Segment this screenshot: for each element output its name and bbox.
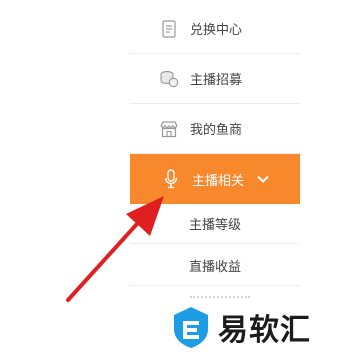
- menu-item-streamer-related[interactable]: 主播相关: [130, 154, 300, 204]
- menu-item-label: 主播相关: [192, 173, 245, 189]
- menu-item-my-shop[interactable]: 我的鱼商: [130, 104, 300, 154]
- menu-item-label: 主播招募: [190, 73, 243, 88]
- coins-icon: [158, 68, 180, 90]
- menu-item-label: 我的鱼商: [190, 123, 243, 138]
- submenu-item-streamer-level[interactable]: 主播等级: [130, 204, 300, 244]
- brand-logo-icon: [174, 307, 208, 348]
- watermark: 易软汇: [168, 304, 311, 350]
- document-icon: [158, 18, 180, 40]
- screenshot-stage: 兑换中心 主播招募 我的鱼商 主播相关 主播等级 直播收益 易软汇: [0, 0, 344, 353]
- microphone-icon: [160, 168, 182, 190]
- watermark-text: 易软汇: [218, 313, 311, 348]
- chevron-down-icon[interactable]: [256, 172, 270, 186]
- shop-icon: [158, 118, 180, 140]
- submenu-item-faded: [190, 296, 250, 304]
- menu-item-label: 兑换中心: [190, 23, 243, 38]
- submenu-item-label: 直播收益: [188, 260, 241, 275]
- menu-item-streamer-recruit[interactable]: 主播招募: [130, 54, 300, 104]
- side-menu: 兑换中心 主播招募 我的鱼商 主播相关 主播等级 直播收益: [130, 0, 300, 353]
- menu-item-exchange-center[interactable]: 兑换中心: [130, 4, 300, 54]
- submenu-item-live-income[interactable]: 直播收益: [130, 246, 300, 286]
- submenu-item-label: 主播等级: [188, 218, 241, 233]
